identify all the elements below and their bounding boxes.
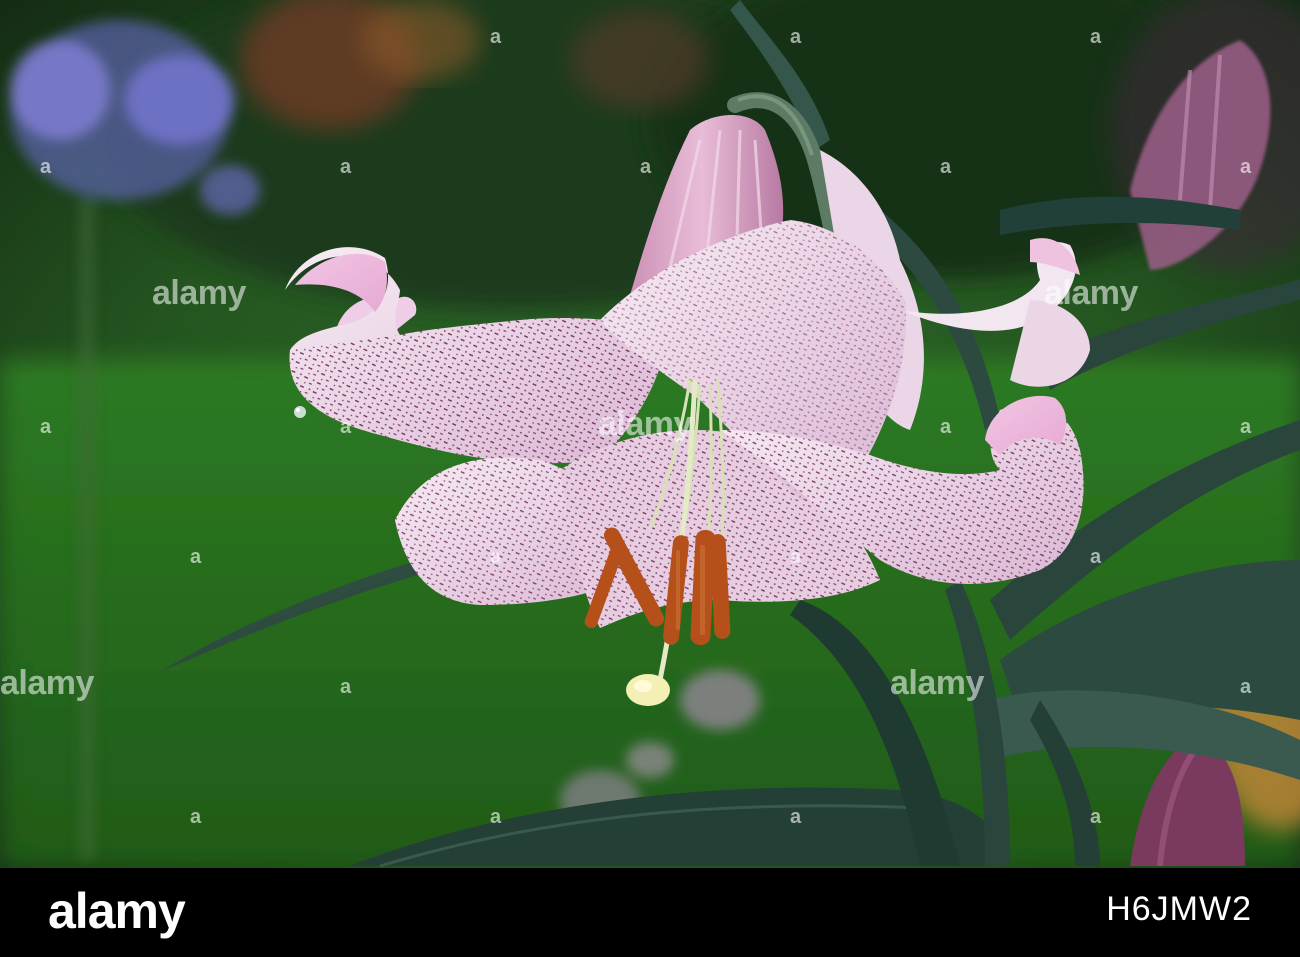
- lily-photo: alamy alamy alamy alamy alamy a a a a a …: [0, 0, 1300, 868]
- alamy-logo: alamy: [48, 883, 186, 939]
- image-id: H6JMW2: [1106, 890, 1252, 928]
- photo-frame: alamy alamy alamy alamy alamy a a a a a …: [0, 0, 1300, 957]
- footer-bar: alamy H6JMW2: [0, 868, 1300, 957]
- lily-photo-artwork: [0, 0, 1300, 868]
